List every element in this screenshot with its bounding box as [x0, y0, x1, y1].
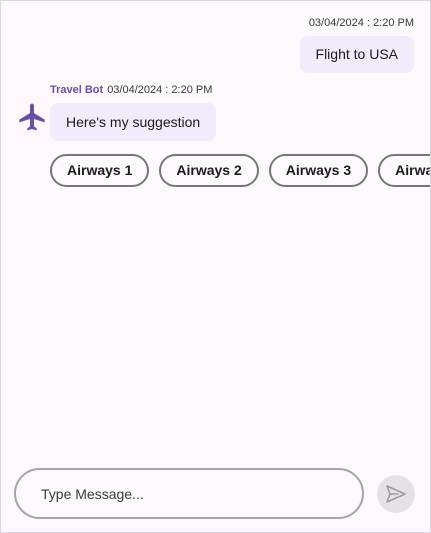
send-icon [386, 485, 406, 503]
bot-author-name: Travel Bot [50, 84, 104, 96]
suggestion-chip-airways-4[interactable]: Airways 4 [378, 154, 430, 187]
suggestion-chip-airways-3[interactable]: Airways 3 [268, 154, 369, 187]
incoming-message-bubble: Here's my suggestion [50, 103, 217, 141]
airplane-icon [16, 101, 48, 133]
message-input-container [14, 468, 364, 519]
suggestion-list: Airways 1 Airways 2 Airways 3 Airways 4 [50, 154, 430, 187]
incoming-message-timestamp: 03/04/2024 : 2:20 PM [107, 84, 213, 96]
send-button[interactable] [377, 475, 415, 513]
suggestion-chip-airways-2[interactable]: Airways 2 [159, 154, 259, 187]
outgoing-message-timestamp: 03/04/2024 : 2:20 PM [308, 17, 414, 29]
suggestion-chip-airways-1[interactable]: Airways 1 [50, 154, 150, 187]
chat-view: 03/04/2024 : 2:20 PM Flight to USA Trave… [0, 0, 431, 533]
outgoing-message-bubble: Flight to USA [299, 36, 414, 73]
incoming-message-header: Travel Bot 03/04/2024 : 2:20 PM [50, 84, 212, 96]
message-input[interactable] [41, 470, 331, 517]
